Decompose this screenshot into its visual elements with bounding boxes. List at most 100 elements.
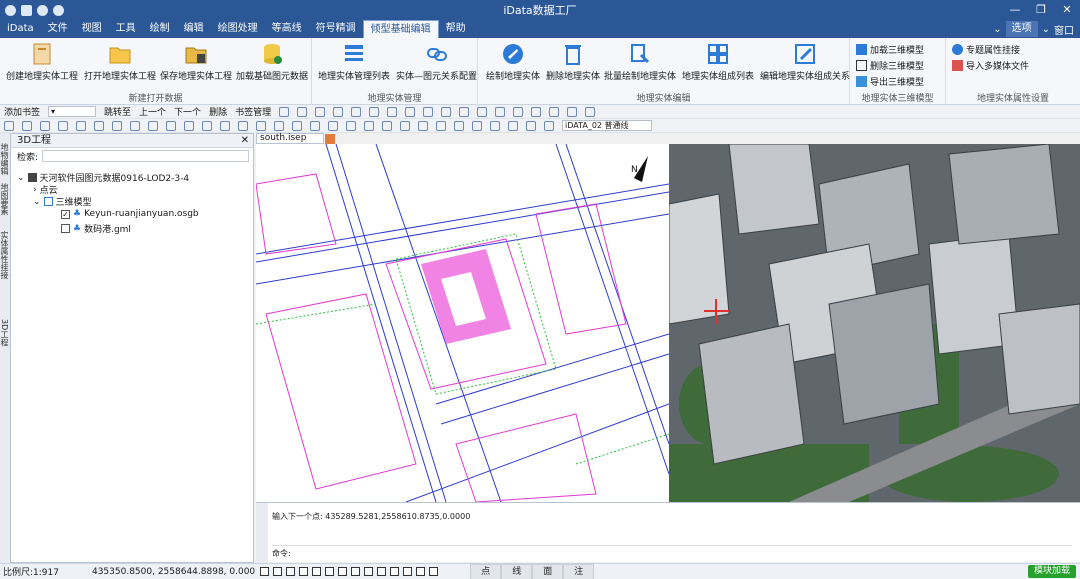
toggle-icon[interactable] <box>364 567 374 576</box>
line-icon[interactable] <box>297 106 308 117</box>
scale-display[interactable]: 比例尺:1:917 <box>3 565 59 578</box>
toggle-icon[interactable] <box>390 567 400 576</box>
zoom-out-icon[interactable] <box>531 106 542 117</box>
join-icon[interactable] <box>184 120 194 131</box>
delete-bookmark-button[interactable]: 删除 <box>209 105 227 118</box>
cut-icon[interactable] <box>112 120 122 131</box>
refresh-icon[interactable] <box>567 106 578 117</box>
symbol-icon[interactable] <box>400 120 410 131</box>
delete-entity-button[interactable]: 删除地理实体 <box>546 42 600 82</box>
node-icon[interactable] <box>459 106 470 117</box>
unlock-icon[interactable] <box>472 120 482 131</box>
toggle-icon[interactable] <box>377 567 387 576</box>
hatch-icon[interactable] <box>364 120 374 131</box>
chamfer-icon[interactable] <box>292 120 302 131</box>
help-icon[interactable]: ⌄ <box>1042 24 1050 35</box>
toggle-icon[interactable] <box>299 567 309 576</box>
offset-icon[interactable] <box>202 120 212 131</box>
batch-draw-entity-button[interactable]: 批量绘制地理实体 <box>604 42 676 82</box>
chevron-down-icon[interactable]: ⌄ <box>17 173 25 183</box>
minimize-button[interactable]: — <box>1002 0 1028 20</box>
polygon-icon[interactable] <box>405 106 416 117</box>
menu-contour[interactable]: 等高线 <box>265 20 309 38</box>
annotation-icon[interactable] <box>382 120 392 131</box>
vtab-3d-project[interactable]: 3D工程 <box>0 319 10 346</box>
measure-icon[interactable] <box>441 106 452 117</box>
menu-edit[interactable]: 编辑 <box>177 20 211 38</box>
chevron-down-icon[interactable]: ⌄ <box>33 197 41 207</box>
trim-icon[interactable] <box>130 120 140 131</box>
polyline-icon[interactable] <box>315 106 326 117</box>
chevron-right-icon[interactable]: › <box>33 185 37 195</box>
load-base-data-button[interactable]: 加载基础图元数据 <box>236 42 308 82</box>
mirror-icon[interactable] <box>220 120 230 131</box>
overlay-icon[interactable] <box>508 120 518 131</box>
undo-icon[interactable] <box>37 4 48 16</box>
toggle-icon[interactable] <box>260 567 270 576</box>
add-bookmark-button[interactable]: 添加书签 <box>4 105 40 118</box>
layer-icon[interactable] <box>495 106 506 117</box>
create-project-button[interactable]: 创建地理实体工程 <box>6 42 78 82</box>
delete-3d-model-button[interactable]: 删除三维模型 <box>856 59 924 72</box>
panel-close-button[interactable]: ✕ <box>241 134 249 148</box>
attach-attributes-button[interactable]: 专题属性挂接 <box>952 43 1020 56</box>
ungroup-icon[interactable] <box>346 120 356 131</box>
array-icon[interactable] <box>238 120 248 131</box>
save-project-button[interactable]: 保存地理实体工程 <box>160 42 232 82</box>
tab-close-icon[interactable] <box>325 134 335 144</box>
chevron-down-icon[interactable]: ⌄ <box>993 24 1001 35</box>
snap-face-button[interactable]: 面 <box>532 563 564 579</box>
rotate-icon[interactable] <box>40 120 50 131</box>
curve-icon[interactable] <box>351 106 362 117</box>
snap-note-button[interactable]: 注 <box>563 563 595 579</box>
snap-point-button[interactable]: 点 <box>470 563 502 579</box>
close-button[interactable]: ✕ <box>1054 0 1080 20</box>
snap-line-button[interactable]: 线 <box>501 563 533 579</box>
search-input[interactable] <box>42 150 249 162</box>
menu-oblique-edit[interactable]: 倾型基础编辑 <box>362 20 439 38</box>
entity-composition-list-button[interactable]: 地理实体组成列表 <box>682 42 754 82</box>
extend-icon[interactable] <box>148 120 158 131</box>
open-project-button[interactable]: 打开地理实体工程 <box>84 42 156 82</box>
rect-icon[interactable] <box>387 106 398 117</box>
map-2d-view[interactable]: N <box>256 144 669 502</box>
toggle-icon[interactable] <box>312 567 322 576</box>
text-icon[interactable] <box>423 106 434 117</box>
menu-drawing-process[interactable]: 绘图处理 <box>211 20 265 38</box>
draw-entity-button[interactable]: 绘制地理实体 <box>486 42 540 82</box>
zoom-in-icon[interactable] <box>513 106 524 117</box>
import-media-button[interactable]: 导入多媒体文件 <box>952 59 1029 72</box>
circle-icon[interactable] <box>369 106 380 117</box>
pan-icon[interactable] <box>549 106 560 117</box>
toggle-icon[interactable] <box>403 567 413 576</box>
menu-logo[interactable]: iData <box>0 20 41 38</box>
break-icon[interactable] <box>166 120 176 131</box>
bookmark-dropdown[interactable]: ▾ <box>48 106 97 117</box>
menu-file[interactable]: 文件 <box>41 20 75 38</box>
toggle-icon[interactable] <box>286 567 296 576</box>
scale-icon[interactable] <box>58 120 68 131</box>
toggle-icon[interactable] <box>416 567 426 576</box>
move-icon[interactable] <box>22 120 32 131</box>
grid-toggle-icon[interactable] <box>526 120 536 131</box>
map-3d-view[interactable] <box>669 144 1080 502</box>
command-input[interactable]: 命令: <box>272 545 1072 559</box>
menu-draw[interactable]: 绘制 <box>143 20 177 38</box>
menu-tools[interactable]: 工具 <box>109 20 143 38</box>
vtab-map-elements[interactable]: 地图要素 <box>0 183 10 215</box>
filter-icon[interactable] <box>490 120 500 131</box>
export-3d-model-button[interactable]: 导出三维模型 <box>856 75 924 88</box>
toggle-icon[interactable] <box>325 567 335 576</box>
layer-select[interactable]: iDATA_02 普通线 <box>562 120 652 131</box>
vtab-feature-edit[interactable]: 地物编辑 <box>0 143 10 175</box>
select-icon[interactable] <box>4 120 14 131</box>
attribute-icon[interactable] <box>418 120 428 131</box>
color-icon[interactable] <box>544 120 554 131</box>
prev-bookmark-button[interactable]: 上一个 <box>139 105 166 118</box>
menu-help[interactable]: 帮助 <box>439 20 473 38</box>
copy-icon[interactable] <box>76 120 86 131</box>
tree-item-gml[interactable]: ♣ 数码港.gml <box>61 222 131 235</box>
menu-view[interactable]: 视图 <box>75 20 109 38</box>
document-tab[interactable]: south.isep <box>256 133 335 144</box>
checkbox-unchecked[interactable] <box>61 224 70 233</box>
